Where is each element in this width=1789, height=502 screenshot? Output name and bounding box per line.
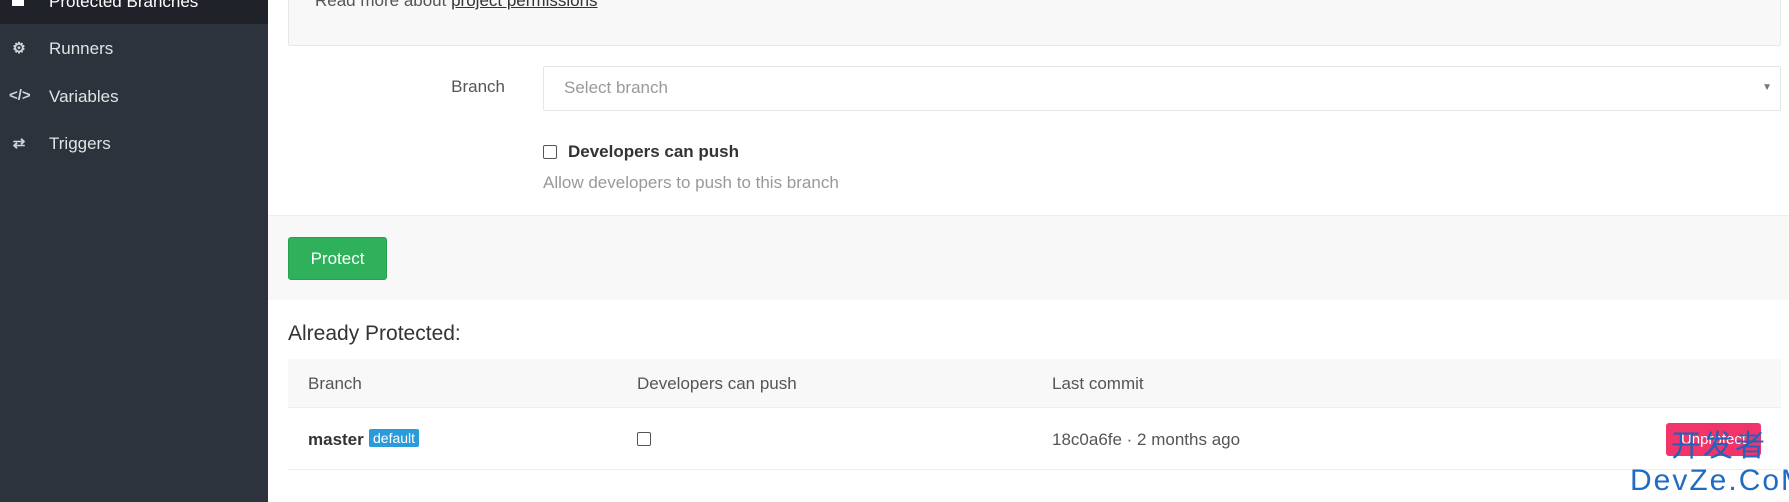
default-badge: default xyxy=(369,429,420,447)
caret-down-icon: ▼ xyxy=(1762,82,1772,93)
table-row: master default 18c0a6fe · 2 months ago U… xyxy=(288,408,1781,470)
sidebar-item-variables[interactable]: </> Variables xyxy=(0,78,268,118)
column-branch: Branch xyxy=(308,374,362,393)
sidebar-item-triggers[interactable]: ⇄ Triggers xyxy=(0,125,268,165)
sidebar-item-label: Runners xyxy=(49,39,114,58)
branch-select-placeholder: Select branch xyxy=(564,78,668,97)
branch-name: master xyxy=(308,430,364,449)
watermark-logo: 开发者 DevZe.CoM xyxy=(1630,430,1789,498)
sidebar-item-runners[interactable]: ⚙ Runners xyxy=(0,30,268,70)
sidebar: Protected Branches ⚙ Runners </> Variabl… xyxy=(0,0,268,502)
table-header: Branch Developers can push Last commit xyxy=(288,359,1781,408)
watermark-line1: 开发者 xyxy=(1671,430,1768,463)
column-last-commit: Last commit xyxy=(1052,374,1144,393)
watermark-line2: DevZe.CoM xyxy=(1630,464,1789,497)
last-commit: 18c0a6fe · 2 months ago xyxy=(1052,430,1241,449)
sidebar-item-label: Protected Branches xyxy=(49,0,199,11)
already-protected-heading: Already Protected: xyxy=(288,322,461,345)
project-permissions-link[interactable]: project permissions xyxy=(451,0,597,10)
code-icon: </> xyxy=(9,87,31,104)
gear-icon: ⚙ xyxy=(12,40,26,57)
developers-can-push-label[interactable]: Developers can push xyxy=(568,142,739,162)
protect-button[interactable]: Protect xyxy=(288,237,387,280)
branch-label: Branch xyxy=(451,77,505,96)
branch-icon xyxy=(12,0,24,6)
sidebar-item-protected-branches[interactable]: Protected Branches xyxy=(0,0,268,24)
developers-can-push-help: Allow developers to push to this branch xyxy=(543,173,839,192)
sidebar-item-label: Triggers xyxy=(49,134,111,153)
retweet-icon: ⇄ xyxy=(12,135,26,152)
developers-can-push-checkbox[interactable] xyxy=(543,145,557,159)
developers-can-push-checkbox[interactable] xyxy=(637,432,651,446)
info-text: Read more about xyxy=(315,0,452,10)
info-box: Read more about project permissions xyxy=(288,0,1781,46)
branch-select[interactable]: Select branch ▼ xyxy=(543,66,1781,111)
sidebar-item-label: Variables xyxy=(49,87,119,106)
form-actions xyxy=(268,215,1789,300)
column-developers-can-push: Developers can push xyxy=(637,374,797,393)
